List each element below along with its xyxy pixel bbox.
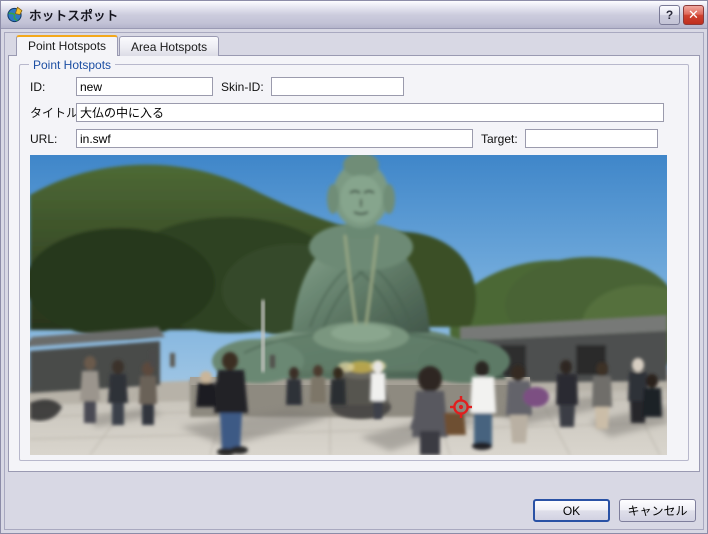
window-title: ホットスポット — [29, 9, 119, 23]
url-input[interactable] — [76, 129, 473, 148]
target-label: Target: — [481, 131, 518, 146]
point-hotspots-groupbox: Point Hotspots ID: Skin-ID: タイトル: URL: — [19, 58, 689, 461]
dialog-client-area: Point Hotspots Area Hotspots Point Hotsp… — [1, 29, 707, 533]
title-input[interactable] — [76, 103, 664, 122]
dialog-button-bar: OK キャンセル — [533, 499, 696, 522]
title-label: タイトル: — [30, 106, 82, 120]
title-bar: ホットスポット ? ✕ — [1, 1, 707, 29]
title-bar-buttons: ? ✕ — [659, 4, 704, 25]
id-label: ID: — [30, 79, 46, 94]
groupbox-title: Point Hotspots — [29, 58, 116, 72]
tab-page-point-hotspots: Point Hotspots ID: Skin-ID: タイトル: URL: — [8, 55, 700, 472]
globe-icon — [6, 6, 24, 24]
panorama-photo — [30, 155, 667, 455]
help-button[interactable]: ? — [659, 4, 680, 25]
panorama-preview[interactable] — [30, 155, 667, 455]
crosshair-target-icon[interactable] — [450, 396, 472, 418]
form-row-title: タイトル: — [30, 103, 678, 122]
tab-area-hotspots-label: Area Hotspots — [131, 39, 208, 54]
url-label: URL: — [30, 131, 58, 146]
form-row-url: URL: Target: — [30, 129, 678, 148]
tab-strip: Point Hotspots Area Hotspots — [16, 35, 700, 56]
tab-area-hotspots[interactable]: Area Hotspots — [119, 36, 220, 56]
target-input[interactable] — [525, 129, 658, 148]
skin-id-input[interactable] — [271, 77, 404, 96]
tab-point-hotspots[interactable]: Point Hotspots — [16, 35, 119, 56]
skin-id-label: Skin-ID: — [221, 79, 264, 94]
ok-button[interactable]: OK — [533, 499, 610, 522]
hotspots-dialog: ホットスポット ? ✕ Point Hotspots Area Hotspots… — [0, 0, 708, 534]
id-input[interactable] — [76, 77, 213, 96]
close-icon[interactable]: ✕ — [683, 4, 704, 25]
tab-point-hotspots-label: Point Hotspots — [28, 39, 107, 53]
cancel-button[interactable]: キャンセル — [619, 499, 696, 522]
form-row-id: ID: Skin-ID: — [30, 77, 678, 96]
